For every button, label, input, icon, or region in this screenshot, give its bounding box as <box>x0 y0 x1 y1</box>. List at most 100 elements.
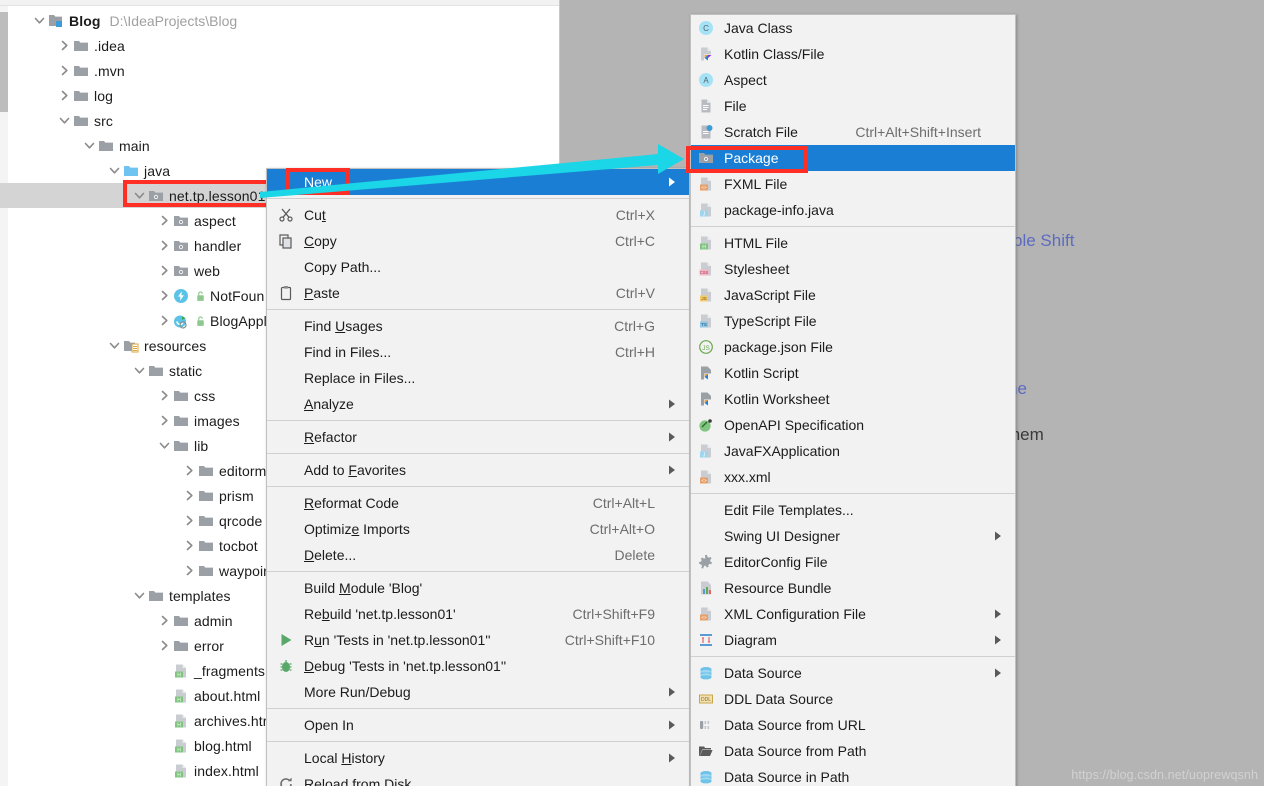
menu-item-kotlin-class-file[interactable]: Kotlin Class/File <box>691 41 1015 67</box>
chevron-right-icon[interactable] <box>156 213 172 229</box>
menu-item-data-source-from-path[interactable]: Data Source from Path <box>691 738 1015 764</box>
menu-item-label: Find Usages <box>304 318 383 334</box>
menu-item-delete[interactable]: Delete... Delete <box>267 542 689 568</box>
copy-icon <box>276 232 296 250</box>
menu-item-resource-bundle[interactable]: Resource Bundle <box>691 575 1015 601</box>
chevron-right-icon[interactable] <box>156 263 172 279</box>
folder-icon <box>197 463 214 479</box>
menu-item-data-source[interactable]: Data Source <box>691 660 1015 686</box>
menu-item-replace-in-files[interactable]: Replace in Files... <box>267 365 689 391</box>
menu-item-shortcut: Ctrl+X <box>615 207 655 223</box>
submenu-arrow-icon <box>667 399 677 409</box>
menu-item-javascript-file[interactable]: JS JavaScript File <box>691 282 1015 308</box>
chevron-down-icon[interactable] <box>106 338 122 354</box>
chevron-right-icon[interactable] <box>181 513 197 529</box>
menu-item-open-in[interactable]: Open In <box>267 712 689 738</box>
chevron-down-icon[interactable] <box>81 138 97 154</box>
chevron-right-icon[interactable] <box>156 413 172 429</box>
menu-item-ddl-data-source[interactable]: DDL DDL Data Source <box>691 686 1015 712</box>
tree-node-main[interactable]: main <box>9 133 559 158</box>
chevron-right-icon[interactable] <box>181 463 197 479</box>
context-menu[interactable]: New Cut Ctrl+X Copy Ctrl+C Copy Path... Paste C… <box>266 168 690 786</box>
tree-node--idea[interactable]: .idea <box>9 33 559 58</box>
menu-item-reformat-code[interactable]: Reformat Code Ctrl+Alt+L <box>267 490 689 516</box>
menu-item-kotlin-worksheet[interactable]: Kotlin Worksheet <box>691 386 1015 412</box>
chevron-down-icon[interactable] <box>131 188 147 204</box>
tree-node-blog[interactable]: Blog D:\IdeaProjects\Blog <box>9 8 559 33</box>
menu-item-data-source-from-url[interactable]: Data Source from URL <box>691 712 1015 738</box>
menu-item-swing-ui-designer[interactable]: Swing UI Designer <box>691 523 1015 549</box>
menu-item-optimize-imports[interactable]: Optimize Imports Ctrl+Alt+O <box>267 516 689 542</box>
folder-icon <box>197 563 214 579</box>
tree-node-log[interactable]: log <box>9 83 559 108</box>
menu-item-editorconfig-file[interactable]: EditorConfig File <box>691 549 1015 575</box>
menu-item-reload-from-disk[interactable]: Reload from Disk <box>267 771 689 786</box>
menu-item-shortcut: Ctrl+Alt+O <box>589 521 655 537</box>
menu-separator <box>691 226 1015 227</box>
chevron-right-icon[interactable] <box>56 38 72 54</box>
menu-item-xxx-xml[interactable]: <> xxx.xml <box>691 464 1015 490</box>
menu-item-find-in-files[interactable]: Find in Files... Ctrl+H <box>267 339 689 365</box>
menu-item-fxml-file[interactable]: <> FXML File <box>691 171 1015 197</box>
menu-item-cut[interactable]: Cut Ctrl+X <box>267 202 689 228</box>
chevron-down-icon[interactable] <box>131 363 147 379</box>
menu-item-new[interactable]: New <box>267 169 689 195</box>
chevron-right-icon[interactable] <box>156 288 172 304</box>
menu-item-run-tests-in-net-tp-lesson01[interactable]: Run 'Tests in 'net.tp.lesson01'' Ctrl+Shi… <box>267 627 689 653</box>
tree-node-src[interactable]: src <box>9 108 559 133</box>
chevron-right-icon[interactable] <box>156 238 172 254</box>
menu-item-edit-file-templates[interactable]: Edit File Templates... <box>691 497 1015 523</box>
menu-item-aspect[interactable]: A Aspect <box>691 67 1015 93</box>
menu-item-add-to-favorites[interactable]: Add to Favorites <box>267 457 689 483</box>
chevron-right-icon[interactable] <box>56 88 72 104</box>
menu-item-stylesheet[interactable]: CSS Stylesheet <box>691 256 1015 282</box>
menu-item-package[interactable]: Package <box>691 145 1015 171</box>
menu-item-openapi-specification[interactable]: OpenAPI Specification <box>691 412 1015 438</box>
menu-item-package-json-file[interactable]: JS package.json File <box>691 334 1015 360</box>
chevron-right-icon[interactable] <box>156 638 172 654</box>
menu-item-copy-path[interactable]: Copy Path... <box>267 254 689 280</box>
menu-item-data-source-in-path[interactable]: Data Source in Path <box>691 764 1015 786</box>
menu-item-label: Analyze <box>304 396 354 412</box>
chevron-down-icon[interactable] <box>56 113 72 129</box>
menu-item-html-file[interactable]: H HTML File <box>691 230 1015 256</box>
menu-item-paste[interactable]: Paste Ctrl+V <box>267 280 689 306</box>
chevron-right-icon[interactable] <box>181 563 197 579</box>
chevron-right-icon[interactable] <box>56 63 72 79</box>
menu-item-find-usages[interactable]: Find Usages Ctrl+G <box>267 313 689 339</box>
menu-item-typescript-file[interactable]: TS TypeScript File <box>691 308 1015 334</box>
menu-item-debug-tests-in-net-tp-lesson01[interactable]: Debug 'Tests in 'net.tp.lesson01'' <box>267 653 689 679</box>
menu-item-more-run-debug[interactable]: More Run/Debug <box>267 679 689 705</box>
tree-node-label: .mvn <box>94 62 125 79</box>
chevron-right-icon[interactable] <box>181 488 197 504</box>
menu-item-javafxapplication[interactable]: J JavaFXApplication <box>691 438 1015 464</box>
menu-item-rebuild-net-tp-lesson01[interactable]: Rebuild 'net.tp.lesson01' Ctrl+Shift+F9 <box>267 601 689 627</box>
tree-node-label: templates <box>169 587 231 604</box>
menu-item-copy[interactable]: Copy Ctrl+C <box>267 228 689 254</box>
menu-item-xml-configuration-file[interactable]: <> XML Configuration File <box>691 601 1015 627</box>
new-submenu[interactable]: C Java Class Kotlin Class/File A Aspect File S… <box>690 14 1016 786</box>
menu-item-local-history[interactable]: Local History <box>267 745 689 771</box>
menu-item-refactor[interactable]: Refactor <box>267 424 689 450</box>
chevron-down-icon[interactable] <box>106 163 122 179</box>
tree-scrollbar-thumb[interactable] <box>0 12 8 112</box>
chevron-down-icon[interactable] <box>156 438 172 454</box>
menu-item-label: Java Class <box>724 20 793 36</box>
menu-item-diagram[interactable]: Diagram <box>691 627 1015 653</box>
menu-item-package-info-java[interactable]: Jpackage-info.java <box>691 197 1015 223</box>
tree-scrollbar[interactable] <box>0 6 8 786</box>
tree-node--mvn[interactable]: .mvn <box>9 58 559 83</box>
chevron-right-icon[interactable] <box>156 313 172 329</box>
menu-item-build-module-blog[interactable]: Build Module 'Blog' <box>267 575 689 601</box>
menu-item-analyze[interactable]: Analyze <box>267 391 689 417</box>
chevron-right-icon[interactable] <box>181 538 197 554</box>
menu-item-file[interactable]: File <box>691 93 1015 119</box>
menu-item-scratch-file[interactable]: Scratch File Ctrl+Alt+Shift+Insert <box>691 119 1015 145</box>
chevron-right-icon[interactable] <box>156 613 172 629</box>
chevron-right-icon[interactable] <box>156 388 172 404</box>
menu-item-java-class[interactable]: C Java Class <box>691 15 1015 41</box>
chevron-down-icon[interactable] <box>31 13 47 29</box>
menu-item-kotlin-script[interactable]: Kotlin Script <box>691 360 1015 386</box>
chevron-down-icon[interactable] <box>131 588 147 604</box>
openapi-icon <box>695 416 717 434</box>
